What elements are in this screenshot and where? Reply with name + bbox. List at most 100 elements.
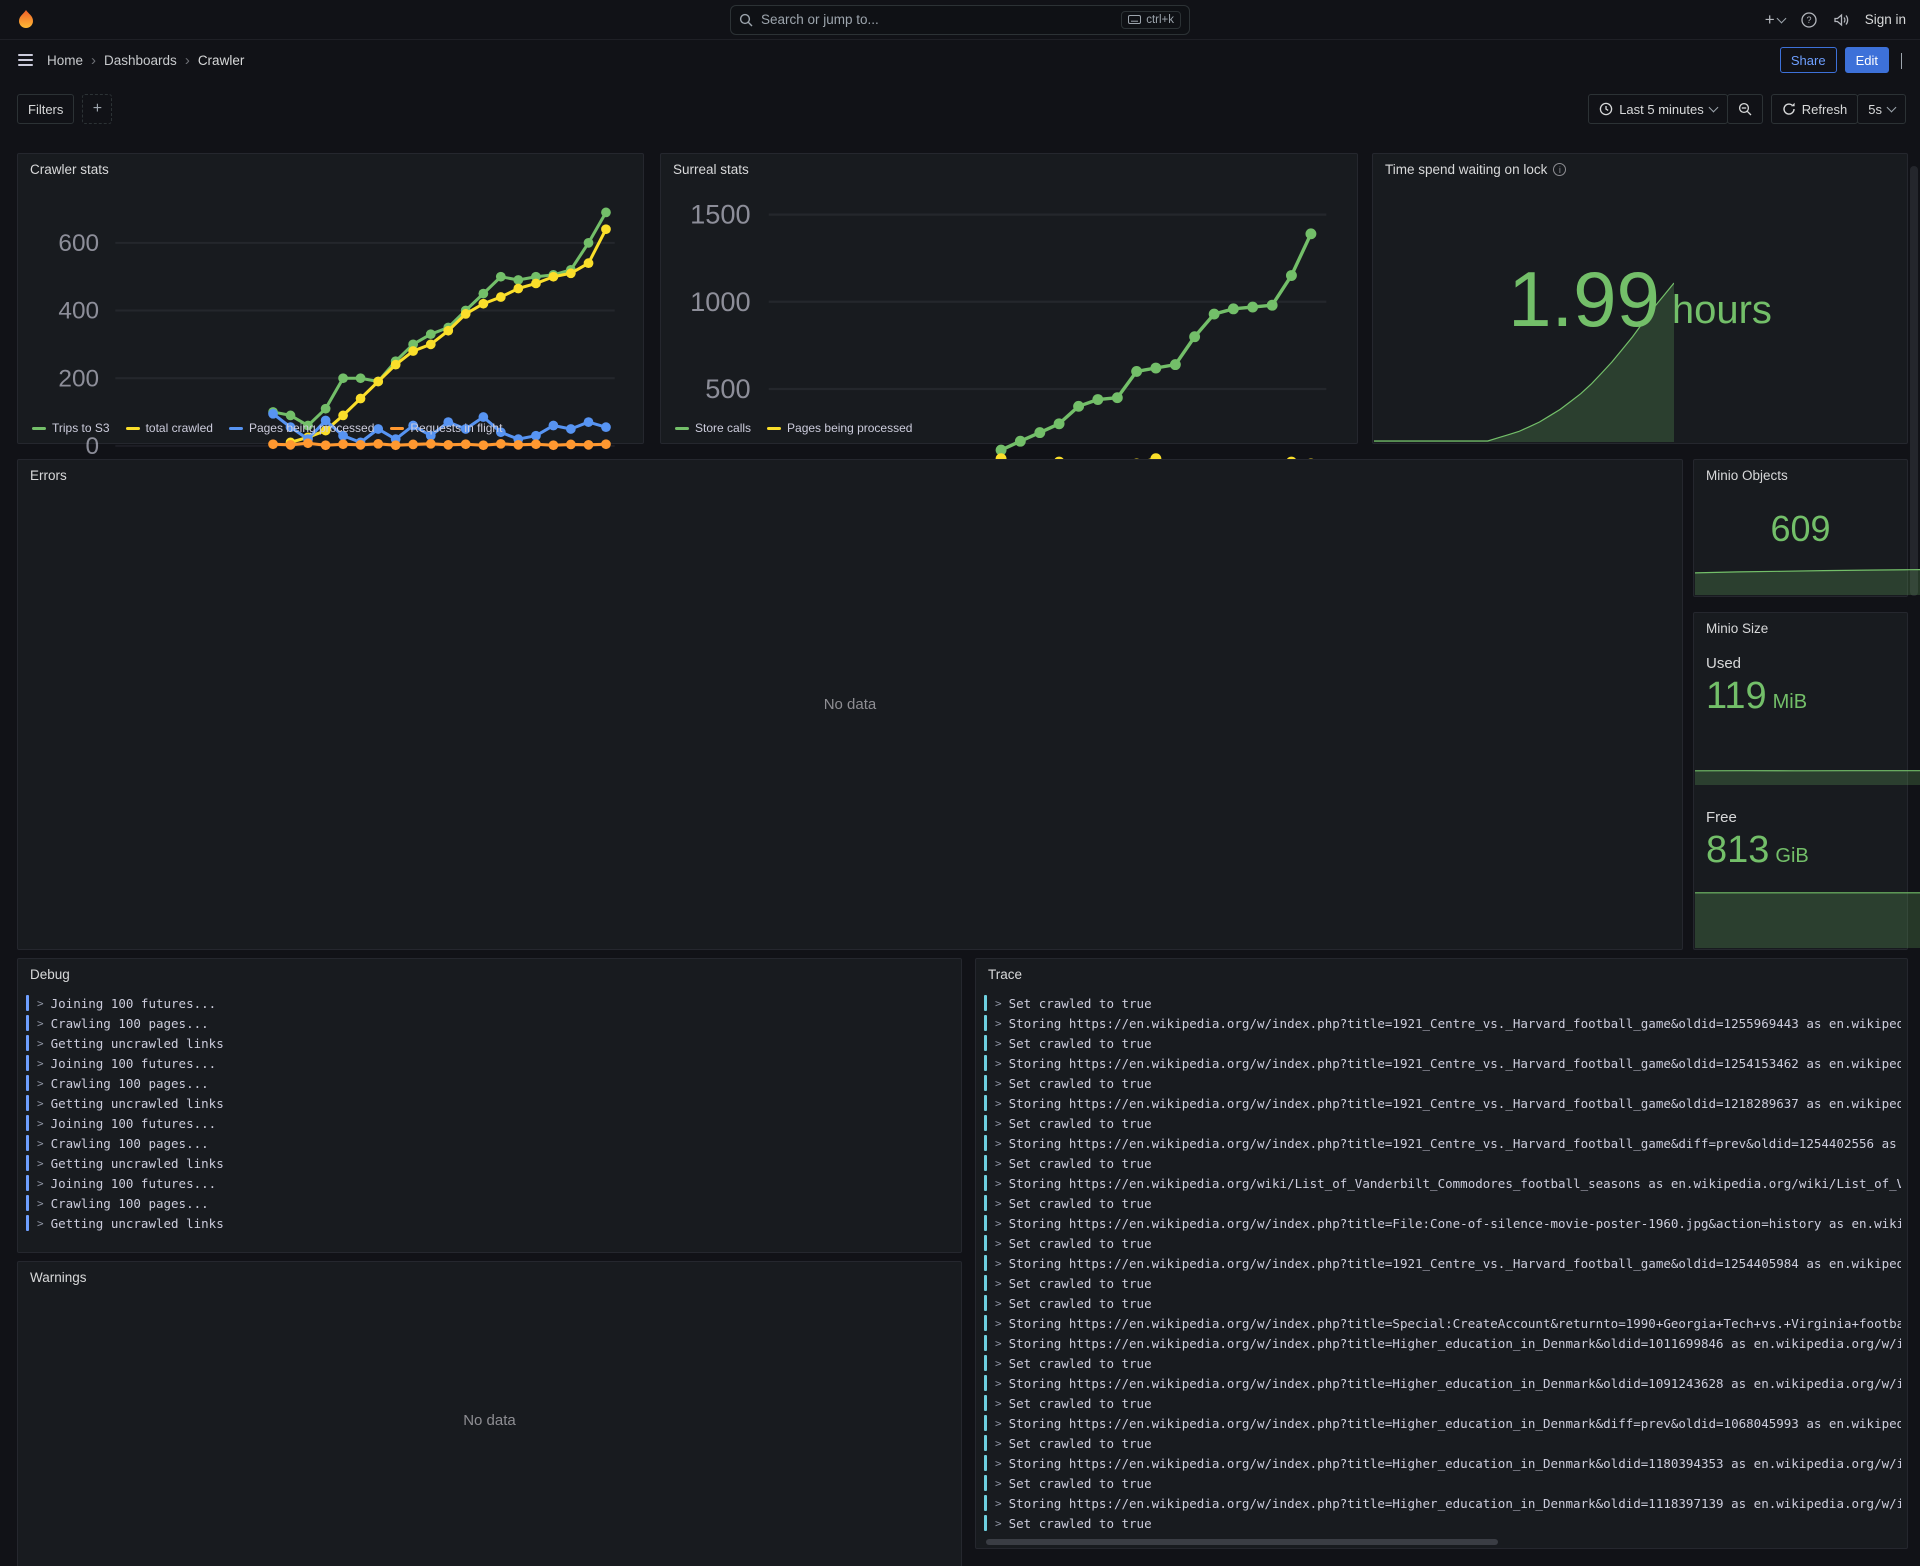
log-row[interactable]: >Set crawled to true — [984, 1433, 1901, 1453]
log-expand-icon[interactable]: > — [37, 1057, 44, 1070]
log-expand-icon[interactable]: > — [995, 1017, 1002, 1030]
log-expand-icon[interactable]: > — [995, 1337, 1002, 1350]
log-expand-icon[interactable]: > — [995, 1257, 1002, 1270]
log-row[interactable]: >Storing https://en.wikipedia.org/wiki/L… — [984, 1173, 1901, 1193]
log-expand-icon[interactable]: > — [37, 1197, 44, 1210]
log-row[interactable]: >Storing https://en.wikipedia.org/w/inde… — [984, 1053, 1901, 1073]
log-row[interactable]: >Set crawled to true — [984, 1193, 1901, 1213]
log-expand-icon[interactable]: > — [995, 1137, 1002, 1150]
log-row[interactable]: >Set crawled to true — [984, 1293, 1901, 1313]
log-row[interactable]: >Joining 100 futures... — [26, 993, 955, 1013]
log-expand-icon[interactable]: > — [37, 1037, 44, 1050]
log-expand-icon[interactable]: > — [995, 1357, 1002, 1370]
log-row[interactable]: >Set crawled to true — [984, 1473, 1901, 1493]
news-icon[interactable] — [1833, 12, 1849, 28]
breadcrumb-home[interactable]: Home — [47, 53, 83, 68]
log-expand-icon[interactable]: > — [995, 1297, 1002, 1310]
log-row[interactable]: >Set crawled to true — [984, 1353, 1901, 1373]
vertical-scrollbar[interactable] — [1910, 166, 1918, 596]
panel-title[interactable]: Crawler stats — [18, 154, 643, 185]
log-row[interactable]: >Crawling 100 pages... — [26, 1133, 955, 1153]
log-row[interactable]: >Storing https://en.wikipedia.org/w/inde… — [984, 1313, 1901, 1333]
log-expand-icon[interactable]: > — [37, 1137, 44, 1150]
log-row[interactable]: >Storing https://en.wikipedia.org/w/inde… — [984, 1453, 1901, 1473]
log-expand-icon[interactable]: > — [995, 1437, 1002, 1450]
log-expand-icon[interactable]: > — [995, 1517, 1002, 1530]
log-expand-icon[interactable]: > — [37, 1017, 44, 1030]
log-expand-icon[interactable]: > — [995, 1457, 1002, 1470]
log-row[interactable]: >Storing https://en.wikipedia.org/w/inde… — [984, 1333, 1901, 1353]
panel-title[interactable]: Minio Size — [1694, 613, 1907, 644]
log-row[interactable]: >Storing https://en.wikipedia.org/w/inde… — [984, 1093, 1901, 1113]
log-row[interactable]: >Set crawled to true — [984, 1073, 1901, 1093]
log-expand-icon[interactable]: > — [37, 1157, 44, 1170]
log-expand-icon[interactable]: > — [995, 1377, 1002, 1390]
log-expand-icon[interactable]: > — [995, 1157, 1002, 1170]
log-expand-icon[interactable]: > — [995, 1497, 1002, 1510]
log-row[interactable]: >Set crawled to true — [984, 1033, 1901, 1053]
log-row[interactable]: >Storing https://en.wikipedia.org/w/inde… — [984, 1213, 1901, 1233]
log-expand-icon[interactable]: > — [995, 1417, 1002, 1430]
log-expand-icon[interactable]: > — [995, 1037, 1002, 1050]
log-expand-icon[interactable]: > — [995, 1217, 1002, 1230]
log-row[interactable]: >Getting uncrawled links — [26, 1093, 955, 1113]
crawler-stats-chart[interactable]: 020040060015:03:0015:04:0015:05:0015:06:… — [26, 186, 635, 491]
log-expand-icon[interactable]: > — [37, 997, 44, 1010]
grafana-logo-icon[interactable] — [14, 8, 38, 32]
log-expand-icon[interactable]: > — [37, 1077, 44, 1090]
log-row[interactable]: >Storing https://en.wikipedia.org/w/inde… — [984, 1013, 1901, 1033]
breadcrumb-dashboards[interactable]: Dashboards — [104, 53, 177, 68]
log-row[interactable]: >Joining 100 futures... — [26, 1053, 955, 1073]
collapse-topbar-icon[interactable] — [1897, 49, 1906, 72]
refresh-interval-dropdown[interactable]: 5s — [1857, 94, 1906, 124]
time-range-picker[interactable]: Last 5 minutes — [1588, 94, 1728, 124]
log-expand-icon[interactable]: > — [995, 1097, 1002, 1110]
log-row[interactable]: >Set crawled to true — [984, 1233, 1901, 1253]
log-row[interactable]: >Set crawled to true — [984, 1393, 1901, 1413]
share-button[interactable]: Share — [1780, 47, 1837, 73]
legend-item[interactable]: Pages being processed — [229, 421, 374, 435]
log-row[interactable]: >Crawling 100 pages... — [26, 1013, 955, 1033]
add-filter-button[interactable]: + — [82, 94, 112, 124]
log-row[interactable]: >Storing https://en.wikipedia.org/w/inde… — [984, 1373, 1901, 1393]
panel-title[interactable]: Debug — [18, 959, 961, 990]
log-expand-icon[interactable]: > — [995, 1197, 1002, 1210]
log-expand-icon[interactable]: > — [995, 1057, 1002, 1070]
zoom-out-button[interactable] — [1727, 94, 1763, 124]
log-expand-icon[interactable]: > — [995, 1277, 1002, 1290]
log-row[interactable]: >Storing https://en.wikipedia.org/w/inde… — [984, 1133, 1901, 1153]
log-expand-icon[interactable]: > — [995, 1477, 1002, 1490]
log-row[interactable]: >Storing https://en.wikipedia.org/w/inde… — [984, 1413, 1901, 1433]
log-row[interactable]: >Getting uncrawled links — [26, 1153, 955, 1173]
log-expand-icon[interactable]: > — [995, 1237, 1002, 1250]
panel-title[interactable]: Time spend waiting on lock i — [1373, 154, 1907, 185]
log-expand-icon[interactable]: > — [995, 1077, 1002, 1090]
log-expand-icon[interactable]: > — [995, 997, 1002, 1010]
help-icon[interactable]: ? — [1801, 12, 1817, 28]
legend-item[interactable]: Store calls — [675, 421, 751, 435]
add-new-button[interactable]: + — [1765, 10, 1785, 30]
log-row[interactable]: >Joining 100 futures... — [26, 1173, 955, 1193]
sign-in-link[interactable]: Sign in — [1865, 12, 1906, 27]
log-row[interactable]: >Joining 100 futures... — [26, 1113, 955, 1133]
log-row[interactable]: >Crawling 100 pages... — [26, 1073, 955, 1093]
edit-button[interactable]: Edit — [1845, 47, 1889, 73]
panel-title[interactable]: Surreal stats — [661, 154, 1357, 185]
log-row[interactable]: >Storing https://en.wikipedia.org/w/inde… — [984, 1493, 1901, 1513]
log-row[interactable]: >Set crawled to true — [984, 1153, 1901, 1173]
log-expand-icon[interactable]: > — [995, 1317, 1002, 1330]
log-row[interactable]: >Set crawled to true — [984, 1113, 1901, 1133]
log-expand-icon[interactable]: > — [995, 1177, 1002, 1190]
log-expand-icon[interactable]: > — [37, 1117, 44, 1130]
log-expand-icon[interactable]: > — [37, 1217, 44, 1230]
log-row[interactable]: >Set crawled to true — [984, 993, 1901, 1013]
panel-title[interactable]: Trace — [976, 959, 1907, 990]
log-row[interactable]: >Crawling 100 pages... — [26, 1193, 955, 1213]
legend-item[interactable]: Pages being processed — [767, 421, 912, 435]
log-row[interactable]: >Set crawled to true — [984, 1513, 1901, 1533]
menu-toggle-icon[interactable] — [14, 50, 37, 70]
legend-item[interactable]: Trips to S3 — [32, 421, 110, 435]
filters-button[interactable]: Filters — [17, 94, 74, 124]
log-row[interactable]: >Set crawled to true — [984, 1273, 1901, 1293]
log-row[interactable]: >Getting uncrawled links — [26, 1033, 955, 1053]
